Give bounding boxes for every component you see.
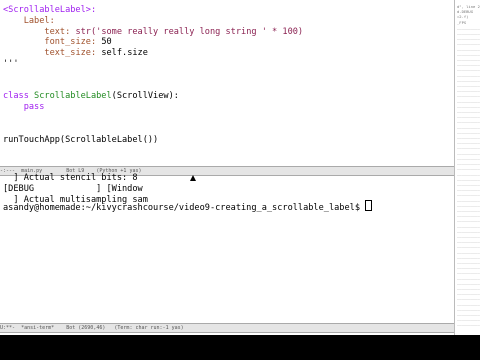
screen: <ScrollableLabel>: Label: text: str('som… [0, 0, 454, 335]
strip-line: __________ [457, 274, 480, 280]
code-text: 50 [101, 37, 112, 48]
code-line: ''' [3, 59, 303, 70]
code-line: class ScrollableLabel(ScrollView): [3, 91, 303, 102]
terminal-line: ] Actual stencil bits: 8 [3, 173, 138, 183]
kv-rule-tag: <ScrollableLabel>: [3, 5, 97, 15]
code-line: pass [3, 102, 303, 113]
text-cursor [365, 200, 373, 211]
code-line: runTouchApp(ScrollableLabel()) [3, 135, 303, 146]
terminal-prompt[interactable]: asandy@homemade:~/kivycrashcourse/video9… [3, 200, 373, 214]
terminal-line: [DEBUG ] [Window [3, 183, 143, 194]
strip-line: __________ [457, 66, 480, 72]
code-line [3, 124, 303, 135]
black-bottom-border [0, 335, 480, 360]
strip-line: __________ [457, 118, 480, 124]
code-text: runTouchApp(ScrollableLabel()) [3, 134, 159, 145]
strip-line: __________ [457, 196, 480, 202]
prompt-text: asandy@homemade:~/kivycrashcourse/video9… [3, 203, 366, 213]
strip-line: __________ [457, 144, 480, 150]
code-line [3, 113, 303, 124]
strip-line: __________ [457, 165, 480, 171]
code-line: font_size: 50 [3, 37, 303, 48]
code-line: Label: [3, 16, 303, 27]
class-name: ScrollableLabel [34, 91, 112, 102]
strip-line: __________ [457, 40, 480, 46]
strip-line: __________ [457, 170, 480, 176]
mouse-cursor-icon [190, 175, 196, 181]
keyword: pass [23, 102, 45, 113]
strip-line: __________ [457, 321, 480, 327]
strip-line: __________ [457, 92, 480, 98]
strip-line: __________ [457, 191, 480, 197]
strip-line: __________ [457, 222, 480, 228]
strip-line: __________ [457, 217, 480, 223]
strip-line: __________ [457, 248, 480, 254]
property-key: font_size: [44, 37, 102, 48]
terminal-modeline: U:**- *ansi-term* Bot (2690,46) (Term: c… [0, 323, 454, 333]
code-line: text_size: self.size [3, 48, 303, 59]
code-line [3, 70, 303, 81]
code-editor[interactable]: <ScrollableLabel>: Label: text: str('som… [3, 5, 303, 145]
strip-line: __________ [457, 295, 480, 301]
strip-line: __________ [457, 269, 480, 275]
property-key: text: [44, 26, 76, 37]
code-text: self.size [101, 48, 148, 59]
right-strip-text: d", line 2 d.DEBUG =2.f) _FPS __________ ____… [457, 4, 480, 327]
code-text: ''' [3, 58, 19, 69]
code-line: text: str('some really really long strin… [3, 27, 303, 38]
strip-line: __________ [457, 243, 480, 249]
code-line [3, 81, 303, 92]
property-key: Label: [23, 15, 55, 26]
keyword: class [3, 91, 35, 102]
string-value: str('some really really long string ' * … [75, 26, 304, 37]
right-window-strip: d", line 2 d.DEBUG =2.f) _FPS __________ ____… [454, 0, 480, 335]
property-key: text_size: [44, 48, 102, 59]
code-line: <ScrollableLabel>: [3, 5, 303, 16]
code-text: (ScrollView): [111, 91, 179, 102]
